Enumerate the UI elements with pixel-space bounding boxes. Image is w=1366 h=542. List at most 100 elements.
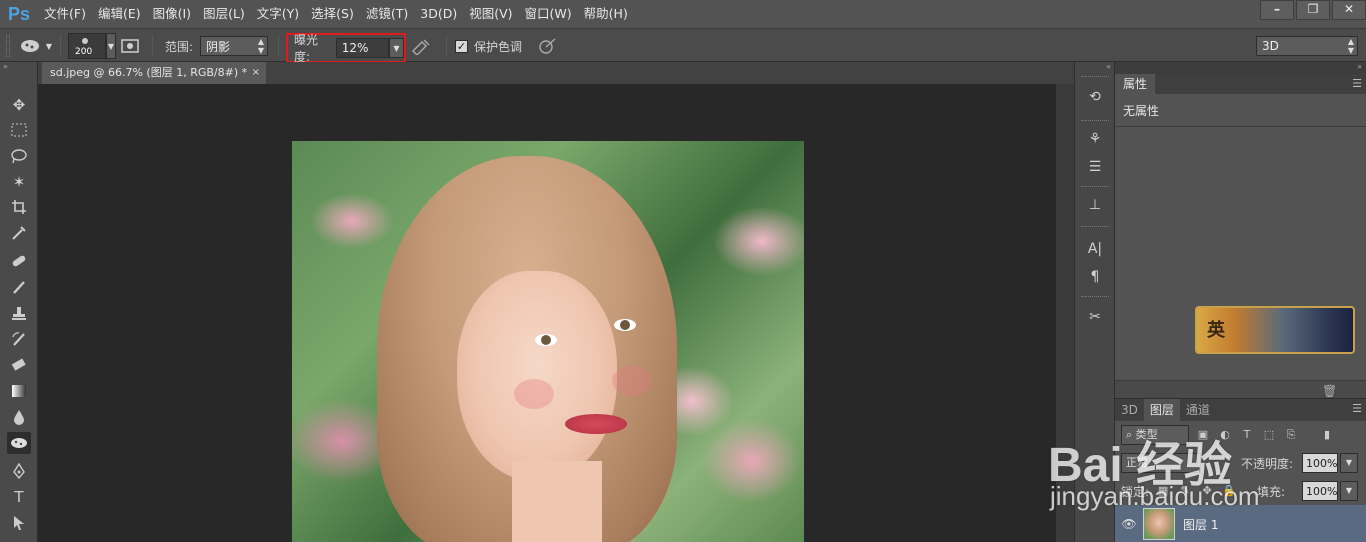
pen-tool-icon[interactable] — [7, 460, 31, 482]
photo-left-cheek — [514, 379, 554, 409]
exposure-dropdown-icon[interactable]: ▼ — [388, 38, 404, 58]
type-filter-icon[interactable]: T — [1239, 427, 1255, 443]
document-tab[interactable]: sd.jpeg @ 66.7% (图层 1, RGB/8#) * × — [42, 62, 266, 84]
smart-object-filter-icon[interactable]: ⎘ — [1283, 427, 1299, 443]
layers-menu-icon[interactable]: ☰ — [1352, 402, 1362, 415]
crop-tool-icon[interactable] — [7, 196, 31, 218]
layer-kind-filter[interactable]: ⌕ 类型 — [1121, 425, 1189, 445]
history-brush-tool-icon[interactable] — [7, 328, 31, 350]
properties-body — [1115, 126, 1366, 127]
kind-filter-value: 类型 — [1135, 428, 1158, 441]
layers-panel: 3D 图层 通道 ☰ ⌕ 类型 ▣ ◐ T ⬚ ⎘ ▮ 正常 不透明度: 100… — [1115, 398, 1366, 542]
shape-filter-icon[interactable]: ⬚ — [1261, 427, 1277, 443]
range-select[interactable]: 阴影 ▲ ▼ — [200, 36, 268, 56]
type-tool-icon[interactable]: T — [7, 486, 31, 508]
brush-tool-icon[interactable] — [7, 276, 31, 298]
lock-all-icon[interactable]: 🔒 — [1221, 483, 1237, 499]
close-icon[interactable]: ✕ — [1332, 0, 1366, 20]
brush-preset-picker[interactable]: 200 ▼ — [68, 29, 116, 63]
sponge-tool-icon[interactable] — [7, 432, 31, 454]
lock-label: 锁定: — [1121, 484, 1150, 499]
exposure-input[interactable]: 12% — [335, 38, 389, 58]
opacity-dropdown-icon[interactable]: ▼ — [1340, 453, 1358, 473]
tool-presets-panel-icon[interactable]: ✂ — [1084, 306, 1106, 328]
opacity-input[interactable]: 100% — [1302, 453, 1338, 473]
tab-layers[interactable]: 图层 — [1143, 399, 1180, 421]
menu-bar: Ps 文件(F) 编辑(E) 图像(I) 图层(L) 文字(Y) 选择(S) 滤… — [0, 0, 1366, 28]
clone-source-panel-icon[interactable]: ⊥ — [1084, 194, 1106, 216]
layer-name[interactable]: 图层 1 — [1183, 516, 1218, 533]
paragraph-panel-icon[interactable]: ¶ — [1084, 266, 1106, 288]
magic-wand-tool-icon[interactable]: ✶ — [7, 171, 31, 193]
photo-left-eye — [535, 334, 557, 346]
gradient-tool-icon[interactable] — [7, 380, 31, 402]
close-tab-icon[interactable]: × — [252, 62, 260, 84]
visibility-eye-icon[interactable]: 👁 — [1115, 517, 1143, 531]
blend-mode-select[interactable]: 正常 — [1121, 453, 1201, 473]
document-tab-title: sd.jpeg @ 66.7% (图层 1, RGB/8#) * — [50, 66, 248, 79]
game-ad-banner[interactable]: 英 — [1195, 306, 1355, 354]
lasso-tool-icon[interactable] — [7, 145, 31, 167]
restore-icon[interactable]: ❐ — [1296, 0, 1330, 20]
tab-properties[interactable]: 属性 — [1115, 74, 1156, 94]
character-panel-icon[interactable]: A| — [1084, 238, 1106, 260]
sponge-tool-preset-icon[interactable]: ▼ — [20, 29, 54, 63]
protect-tones-toggle[interactable]: ✓ 保护色调 — [455, 29, 522, 63]
fill-input[interactable]: 100% — [1302, 481, 1338, 501]
menu-file[interactable]: 文件(F) — [38, 0, 92, 28]
menu-view[interactable]: 视图(V) — [463, 0, 518, 28]
healing-brush-tool-icon[interactable] — [7, 250, 31, 272]
stepper-icon: ▲ ▼ — [1347, 37, 1354, 55]
path-selection-tool-icon[interactable] — [7, 512, 31, 534]
exposure-label: 曝光度: — [294, 33, 319, 64]
menu-3d[interactable]: 3D(D) — [414, 0, 463, 28]
lock-position-icon[interactable]: ✥ — [1199, 483, 1215, 499]
photo-lips — [565, 414, 627, 434]
toolbar-collapse-icon[interactable]: » — [0, 62, 37, 72]
properties-collapse-icon[interactable]: » — [1115, 62, 1366, 74]
marquee-tool-icon[interactable] — [7, 119, 31, 141]
filter-toggle-icon[interactable]: ▮ — [1319, 427, 1335, 443]
tab-3d[interactable]: 3D — [1115, 399, 1144, 421]
menu-help[interactable]: 帮助(H) — [578, 0, 634, 28]
menu-select[interactable]: 选择(S) — [305, 0, 360, 28]
workspace-select[interactable]: 3D ▲ ▼ — [1256, 36, 1358, 56]
blur-tool-icon[interactable] — [7, 406, 31, 428]
adjustments-panel-icon[interactable]: ☰ — [1084, 156, 1106, 178]
minimize-icon[interactable]: – — [1260, 0, 1294, 20]
menu-image[interactable]: 图像(I) — [147, 0, 197, 28]
panel-menu-icon[interactable]: ☰ — [1352, 77, 1362, 90]
brush-panel-icon[interactable] — [120, 29, 140, 63]
protect-tones-checkbox[interactable]: ✓ — [455, 39, 468, 53]
exposure-group: 曝光度: 12% ▼ — [286, 33, 406, 64]
menu-type[interactable]: 文字(Y) — [251, 0, 305, 28]
menu-layer[interactable]: 图层(L) — [197, 0, 251, 28]
menu-filter[interactable]: 滤镜(T) — [360, 0, 414, 28]
tab-channels[interactable]: 通道 — [1180, 399, 1216, 421]
canvas-photo[interactable] — [292, 141, 804, 542]
fill-dropdown-icon[interactable]: ▼ — [1340, 481, 1358, 501]
history-panel-icon[interactable]: ⟲ — [1084, 86, 1106, 108]
lock-pixels-icon[interactable]: ✎ — [1177, 483, 1193, 499]
blend-mode-value: 正常 — [1126, 456, 1148, 469]
vertical-scrollbar[interactable] — [1056, 84, 1074, 542]
lock-transparency-icon[interactable]: ▦ — [1155, 483, 1171, 499]
adjustment-filter-icon[interactable]: ◐ — [1217, 427, 1233, 443]
pixel-filter-icon[interactable]: ▣ — [1195, 427, 1211, 443]
stepper-icon: ▲ ▼ — [257, 37, 264, 55]
range-label: 范围: — [165, 39, 194, 54]
airbrush-icon[interactable] — [410, 29, 432, 63]
menu-window[interactable]: 窗口(W) — [519, 0, 578, 28]
pressure-size-icon[interactable] — [536, 29, 558, 63]
strip-collapse-icon[interactable]: « — [1075, 62, 1114, 74]
eyedropper-tool-icon[interactable] — [7, 222, 31, 244]
layer-row[interactable]: 👁 图层 1 — [1115, 505, 1366, 542]
move-tool-icon[interactable]: ✥ — [7, 94, 31, 116]
trash-icon[interactable]: 🗑 — [1322, 384, 1337, 398]
brush-panel-strip-icon[interactable]: ⚘ — [1084, 128, 1106, 150]
clone-stamp-tool-icon[interactable] — [7, 302, 31, 324]
eraser-tool-icon[interactable] — [7, 354, 31, 376]
photo-neck — [512, 461, 602, 542]
menu-edit[interactable]: 编辑(E) — [92, 0, 147, 28]
panel-icon-strip: « ⟲ ⚘ ☰ ⊥ A| ¶ ✂ — [1074, 62, 1115, 542]
